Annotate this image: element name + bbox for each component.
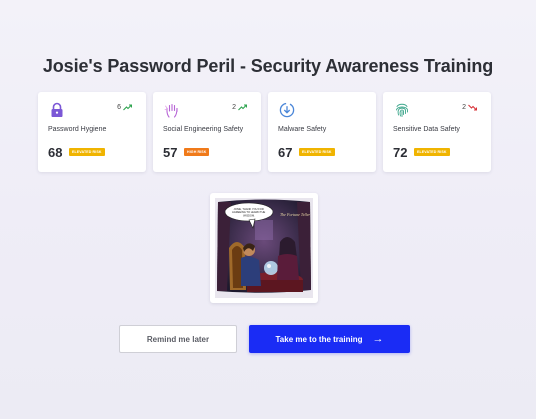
trend-indicator: 2 <box>232 104 247 111</box>
trend-up-icon <box>238 104 247 111</box>
card-score: 67 <box>278 145 293 160</box>
risk-badge: ELEVATED RISK <box>69 148 105 156</box>
card-sensitive-data: 2 Sensitive Data Safety 72 ELEVATED RISK <box>383 92 491 172</box>
card-password-hygiene: 6 Password Hygiene 68 ELEVATED RISK <box>38 92 146 172</box>
arrow-right-icon: → <box>372 332 384 345</box>
take-training-label: Take me to the training <box>275 334 363 344</box>
card-label: Password Hygiene <box>48 126 107 133</box>
comic-image-card: JOSIE, THANK YOU FOR AGREEING TO LEARN T… <box>210 193 318 303</box>
risk-badge: ELEVATED RISK <box>414 148 450 156</box>
hand-icon <box>164 103 178 118</box>
risk-badge: HIGH RISK <box>184 148 210 156</box>
card-label: Malware Safety <box>278 126 327 133</box>
trend-value: 6 <box>117 104 121 111</box>
card-score: 57 <box>163 145 178 160</box>
card-label: Social Engineering Safety <box>163 126 244 133</box>
card-label: Sensitive Data Safety <box>393 126 460 133</box>
trend-value: 2 <box>232 104 236 111</box>
risk-badge: ELEVATED RISK <box>299 148 335 156</box>
card-malware-safety: Malware Safety 67 ELEVATED RISK <box>268 92 376 172</box>
page-title: Josie's Password Peril - Security Awaren… <box>42 56 494 76</box>
remind-later-button[interactable]: Remind me later <box>119 325 237 353</box>
trend-down-icon <box>468 104 477 111</box>
fortune-teller-sign: The Fortune Teller <box>280 212 311 217</box>
card-score: 68 <box>48 145 63 160</box>
trend-value: 2 <box>462 104 466 111</box>
card-social-engineering: 2 Social Engineering Safety 57 HIGH RISK <box>153 92 261 172</box>
card-score: 72 <box>393 145 408 160</box>
score-cards: 6 Password Hygiene 68 ELEVATED RISK 2 So… <box>38 92 492 172</box>
remind-later-label: Remind me later <box>146 334 210 344</box>
trend-indicator: 6 <box>117 104 132 111</box>
trend-indicator: 2 <box>462 104 477 111</box>
comic-illustration: JOSIE, THANK YOU FOR AGREEING TO LEARN T… <box>215 198 313 298</box>
trend-up-icon <box>123 104 132 111</box>
fingerprint-icon <box>396 103 408 117</box>
padlock-icon <box>51 102 63 117</box>
download-icon <box>279 102 295 118</box>
take-training-button[interactable]: Take me to the training → <box>249 325 410 353</box>
